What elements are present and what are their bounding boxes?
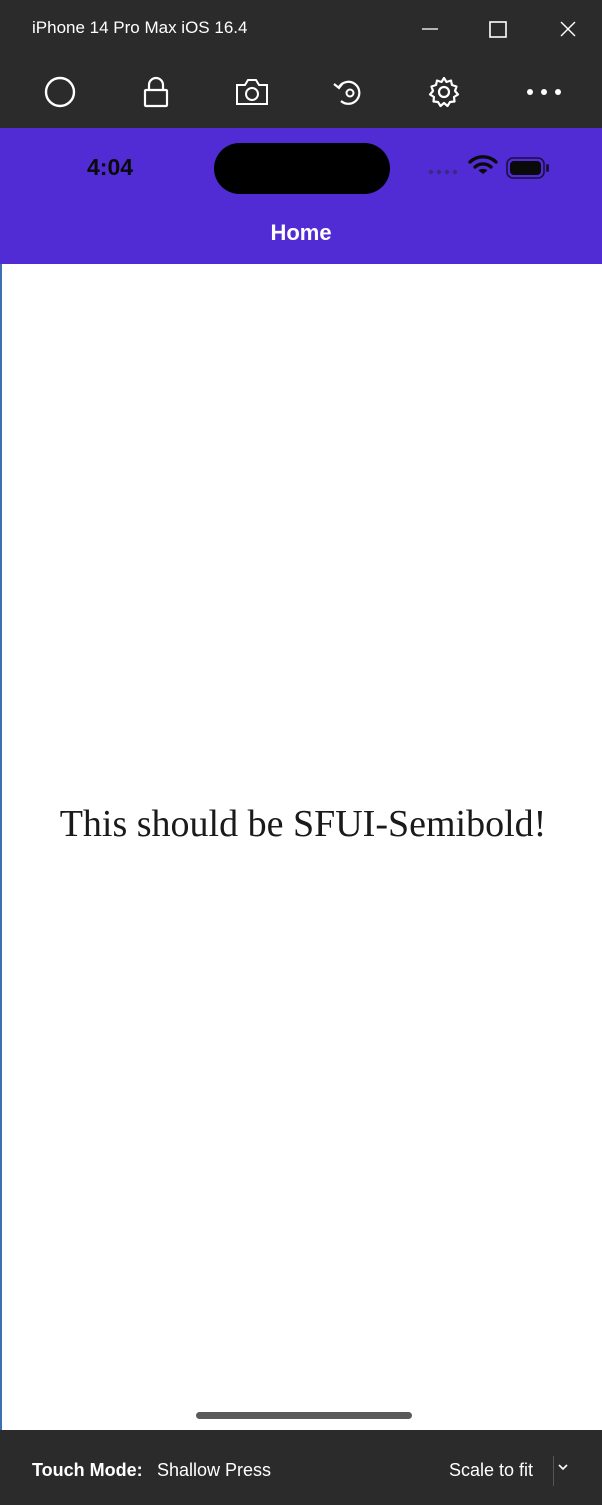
home-icon (44, 76, 76, 108)
navigation-bar: Home (0, 200, 602, 264)
rotate-button[interactable] (326, 70, 370, 114)
home-indicator[interactable] (196, 1412, 412, 1419)
maximize-icon (489, 21, 507, 38)
ios-status-bar: 4:04 (0, 128, 602, 200)
page-title: Home (270, 220, 332, 245)
home-button[interactable] (38, 70, 82, 114)
battery-icon (506, 157, 549, 179)
main-content: This should be SFUI-Semibold! (0, 264, 602, 1430)
settings-button[interactable] (422, 70, 466, 114)
dynamic-island (214, 143, 390, 194)
window-title: iPhone 14 Pro Max iOS 16.4 (32, 18, 248, 37)
scale-divider (553, 1456, 554, 1486)
close-button[interactable] (548, 12, 588, 46)
minimize-button[interactable] (410, 12, 450, 46)
simulator-window: iPhone 14 Pro Max iOS 16.4 4:04 Home Thi… (0, 0, 602, 1505)
chevron-down-icon[interactable] (557, 1462, 569, 1472)
minimize-icon (422, 28, 438, 30)
wifi-icon (468, 155, 498, 174)
touch-mode-label: Touch Mode: (32, 1460, 143, 1480)
rotate-icon (333, 80, 361, 105)
simulator-toolbar (0, 58, 602, 128)
gear-icon (428, 76, 460, 108)
maximize-button[interactable] (478, 12, 518, 46)
lock-button[interactable] (134, 70, 178, 114)
bottom-bar: Touch Mode: Shallow Press Scale to fit (0, 1430, 602, 1505)
screenshot-button[interactable] (230, 70, 274, 114)
lock-icon (143, 76, 169, 108)
close-icon (560, 21, 576, 37)
cellular-signal-icon (428, 169, 458, 175)
touch-mode-selector[interactable]: Shallow Press (157, 1460, 271, 1481)
main-label: This should be SFUI-Semibold! (59, 803, 547, 845)
more-button[interactable] (522, 70, 566, 114)
camera-icon (236, 79, 268, 105)
more-icon (527, 89, 561, 95)
title-bar: iPhone 14 Pro Max iOS 16.4 (0, 0, 602, 58)
scale-selector[interactable]: Scale to fit (449, 1460, 533, 1481)
status-time: 4:04 (87, 154, 134, 180)
